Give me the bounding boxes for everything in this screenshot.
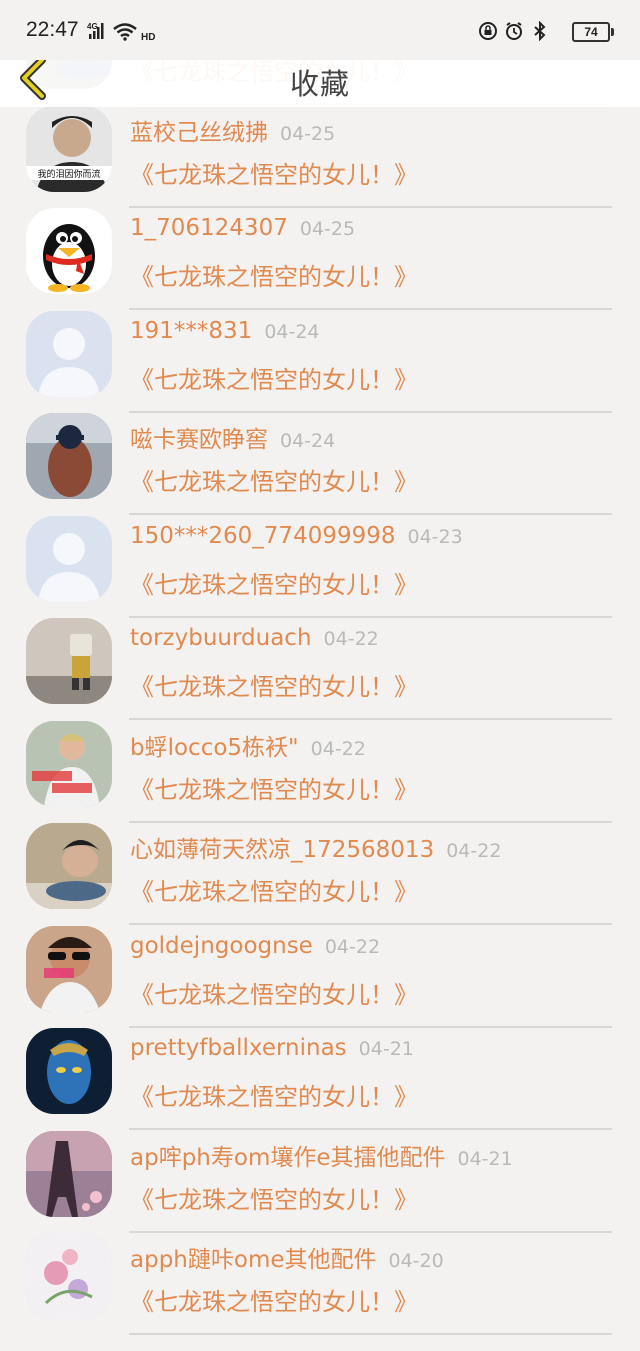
status-time: 22:47 — [26, 18, 79, 41]
book-title: 《七龙珠之悟空的女儿！》 — [130, 570, 418, 599]
avatar[interactable] — [26, 618, 112, 704]
book-title: 《七龙珠之悟空的女儿！》 — [130, 1185, 418, 1214]
username-text: prettyfballxerninas — [130, 1035, 347, 1061]
avatar-image: 我的泪因你而流 — [26, 105, 112, 192]
favorite-item[interactable]: 心如薄荷天然凉_172568013 04-22 《七龙珠之悟空的女儿！》 — [0, 808, 640, 925]
avatar[interactable] — [26, 1028, 112, 1114]
avatar-image — [26, 515, 112, 602]
signal-wifi-icon: 4G HD — [87, 22, 155, 42]
username: 蓝校己丝绒拂 04-25 — [130, 113, 335, 147]
avatar-image — [26, 208, 112, 294]
username-text: 150***260_774099998 — [130, 522, 396, 549]
favorite-date: 04-24 — [280, 430, 336, 452]
avatar-image — [26, 1233, 112, 1319]
status-icons-right: 74 — [478, 18, 614, 44]
avatar-image — [26, 310, 112, 397]
favorite-item[interactable]: 150***260_774099998 04-23 《七龙珠之悟空的女儿！》 — [0, 501, 640, 618]
book-title: 《七龙珠之悟空的女儿！》 — [130, 878, 418, 906]
row-divider — [129, 1333, 612, 1335]
book-title: 《七龙珠之悟空的女儿！》 — [130, 263, 418, 291]
book-title: 《七龙珠之悟空的女儿！》 — [130, 1288, 418, 1316]
favorite-date: 04-22 — [310, 737, 366, 760]
username-text: ap哰ph寿om壤作e其擂他配件 — [130, 1144, 446, 1171]
username-text: 191***831 — [130, 317, 253, 344]
bluetooth-icon — [534, 21, 546, 41]
favorite-date: 04-24 — [264, 320, 320, 343]
status-bar: 22:47 4G HD 74 — [0, 0, 640, 60]
username: apph蹥咔ome其他配件 04-20 — [130, 1240, 444, 1274]
network-type-label: 4G — [87, 22, 98, 31]
favorite-date: 04-22 — [324, 935, 381, 958]
avatar[interactable] — [26, 720, 112, 807]
avatar[interactable]: 我的泪因你而流 — [26, 105, 112, 192]
favorite-date: 04-21 — [358, 1038, 414, 1060]
username-text: 蓝校己丝绒拂 — [130, 119, 268, 146]
username-text: torzybuurduach — [130, 625, 312, 651]
book-title: 《七龙珠之悟空的女儿！》 — [130, 160, 418, 189]
username: b蜉locco5栋袄" 04-22 — [130, 728, 366, 762]
book-title: 《七龙珠之悟空的女儿！》 — [130, 365, 418, 394]
favorite-item[interactable]: 1_706124307 04-25 《七龙珠之悟空的女儿！》 — [0, 193, 640, 310]
username-text: goldejngoognse — [130, 932, 313, 959]
favorite-date: 04-25 — [280, 122, 336, 145]
username-text: 心如薄荷天然凉_172568013 — [130, 837, 435, 863]
favorite-item[interactable]: ap哰ph寿om壤作e其擂他配件 04-21 《七龙珠之悟空的女儿！》 — [0, 1116, 640, 1233]
username: 191***831 04-24 — [130, 318, 320, 344]
favorite-date: 04-20 — [388, 1250, 444, 1272]
avatar-caption: 我的泪因你而流 — [37, 168, 100, 180]
favorite-date: 04-22 — [446, 840, 502, 862]
avatar-image — [26, 1028, 112, 1114]
username-text: b蜉locco5栋袄" — [130, 734, 299, 761]
hd-label: HD — [141, 32, 155, 42]
username: 嗞卡赛欧睁窖 04-24 — [130, 420, 335, 454]
username-text: apph蹥咔ome其他配件 — [130, 1247, 377, 1273]
book-title: 《七龙珠之悟空的女儿！》 — [130, 468, 418, 496]
book-title: 《七龙珠之悟空的女儿！》 — [130, 1083, 418, 1111]
favorite-item[interactable]: goldejngoognse 04-22 《七龙珠之悟空的女儿！》 — [0, 911, 640, 1028]
avatar-image — [26, 413, 112, 499]
favorite-date: 04-25 — [299, 218, 356, 240]
username-text: 嗞卡赛欧睁窖 — [130, 427, 268, 453]
avatar[interactable] — [26, 1233, 112, 1319]
username-text: 1_706124307 — [130, 215, 288, 241]
avatar[interactable] — [26, 925, 112, 1012]
favorite-date: 04-22 — [323, 628, 379, 650]
avatar-image — [26, 720, 112, 807]
avatar[interactable] — [26, 823, 112, 909]
username: 150***260_774099998 04-23 — [130, 523, 463, 549]
username: ap哰ph寿om壤作e其擂他配件 04-21 — [130, 1138, 513, 1172]
username: 心如薄荷天然凉_172568013 04-22 — [130, 830, 501, 864]
book-title: 《七龙珠之悟空的女儿！》 — [130, 980, 418, 1009]
favorite-item[interactable]: 嗞卡赛欧睁窖 04-24 《七龙珠之悟空的女儿！》 — [0, 398, 640, 515]
favorite-item[interactable]: prettyfballxerninas 04-21 《七龙珠之悟空的女儿！》 — [0, 1013, 640, 1130]
book-title: 《七龙珠之悟空的女儿！》 — [130, 775, 418, 804]
alarm-icon — [506, 22, 522, 40]
username: torzybuurduach 04-22 — [130, 625, 379, 651]
favorite-item[interactable]: apph蹥咔ome其他配件 04-20 《七龙珠之悟空的女儿！》 — [0, 1218, 640, 1335]
page-title: 收藏 — [289, 67, 350, 101]
avatar[interactable] — [26, 208, 112, 294]
battery-icon: 74 — [572, 22, 614, 42]
username: goldejngoognse 04-22 — [130, 933, 380, 959]
avatar-image — [26, 618, 112, 704]
avatar-image — [26, 925, 112, 1012]
favorite-item[interactable]: torzybuurduach 04-22 《七龙珠之悟空的女儿！》 — [0, 603, 640, 720]
avatar-image — [26, 823, 112, 909]
favorite-date: 04-23 — [407, 525, 463, 548]
avatar[interactable] — [26, 1130, 112, 1217]
lock-rotation-icon — [479, 22, 497, 40]
avatar[interactable] — [26, 413, 112, 499]
avatar[interactable] — [26, 515, 112, 602]
username: prettyfballxerninas 04-21 — [130, 1035, 414, 1061]
favorite-item[interactable]: 191***831 04-24 《七龙珠之悟空的女儿！》 — [0, 296, 640, 413]
favorite-date: 04-21 — [457, 1147, 513, 1170]
favorite-item[interactable]: b蜉locco5栋袄" 04-22 《七龙珠之悟空的女儿！》 — [0, 706, 640, 823]
book-title: 《七龙珠之悟空的女儿！》 — [130, 673, 418, 701]
username: 1_706124307 04-25 — [130, 215, 355, 241]
avatar-image — [26, 1130, 112, 1217]
avatar[interactable] — [26, 310, 112, 397]
